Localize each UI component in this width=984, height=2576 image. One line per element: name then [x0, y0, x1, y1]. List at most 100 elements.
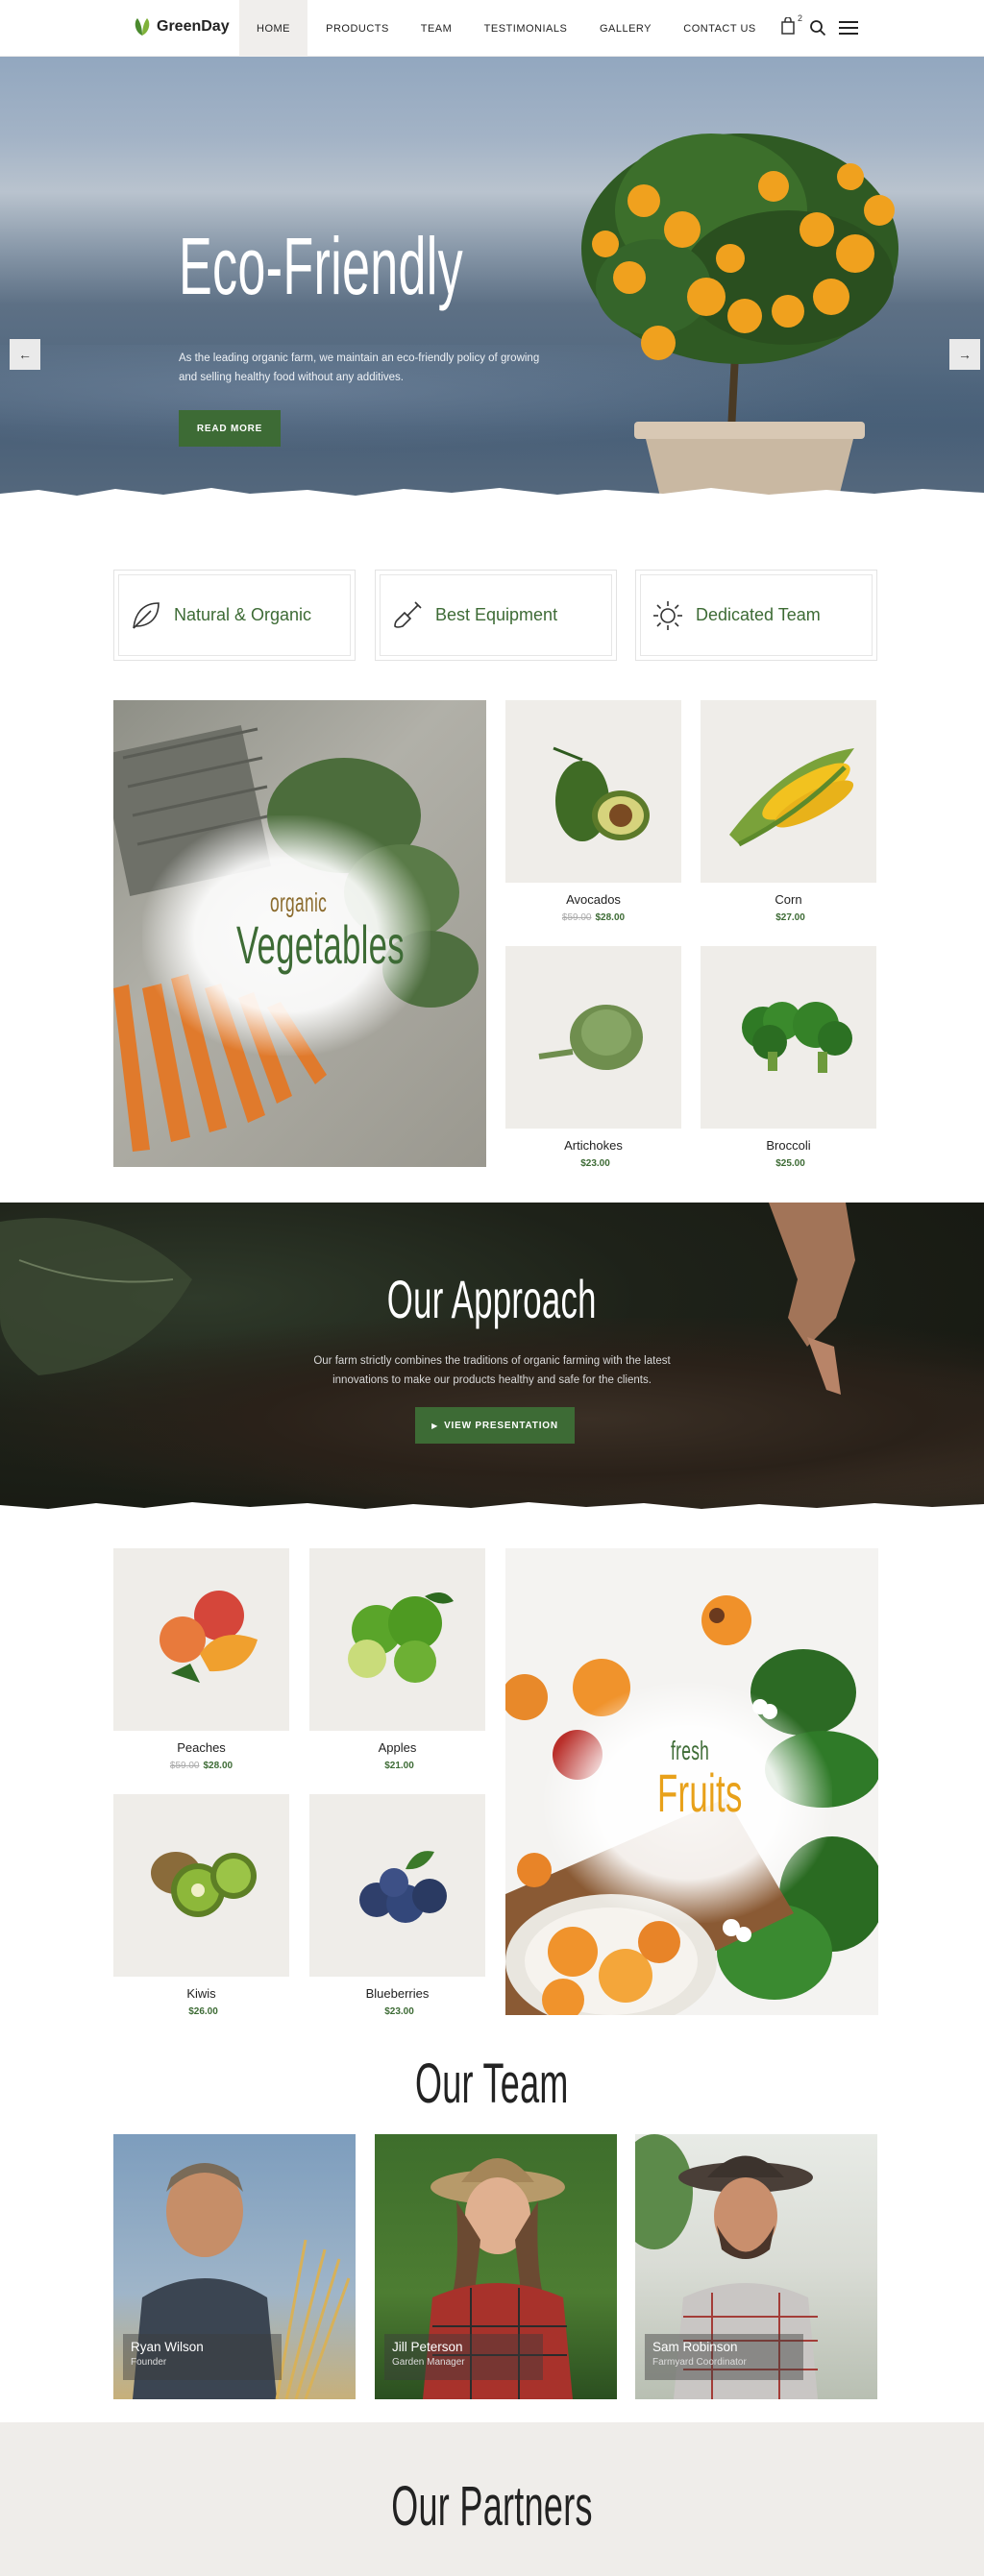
search-icon[interactable] — [809, 19, 826, 36]
organic-vegetables-banner[interactable]: organic Vegetables — [113, 700, 486, 1167]
member-caption: Ryan Wilson Founder — [123, 2334, 282, 2380]
arrow-right-icon: → — [958, 347, 972, 362]
peaches-image — [160, 1591, 258, 1683]
banner-title: Vegetables — [236, 914, 405, 975]
feature-best-equipment: Best Equipment — [375, 570, 617, 661]
fruits-section: Peaches $59.00 $28.00 Apples $21.00 Kiwis… — [0, 1548, 984, 2048]
leaf-logo-icon — [135, 18, 150, 36]
product-price: $59.00 $28.00 — [113, 1761, 289, 1771]
old-price: $59.00 — [561, 912, 592, 923]
header-tools: 2 — [780, 13, 859, 38]
team-title-text: Our Team — [415, 2053, 569, 2115]
product-image — [309, 1548, 485, 1731]
current-price: $28.00 — [595, 912, 626, 923]
hero-title: Eco-Friendly — [179, 221, 464, 311]
nav-contact[interactable]: CONTACT US — [665, 0, 775, 57]
view-presentation-button[interactable]: ▶ VIEW PRESENTATION — [415, 1407, 575, 1444]
current-price: $26.00 — [188, 2006, 218, 2017]
site-header: GreenDay HOME PRODUCTS TEAM TESTIMONIALS… — [0, 0, 984, 57]
product-image — [701, 946, 876, 1129]
product-price: $23.00 — [505, 1158, 681, 1169]
product-image — [505, 946, 681, 1129]
sun-icon — [653, 600, 682, 630]
product-card[interactable]: Apples $21.00 — [309, 1548, 485, 1771]
nav-products[interactable]: PRODUCTS — [308, 0, 407, 57]
nav-gallery[interactable]: GALLERY — [586, 0, 665, 57]
cart-button[interactable]: 2 — [780, 13, 802, 38]
next-slide-button[interactable]: → — [949, 339, 980, 370]
product-card[interactable]: Avocados $59.00 $28.00 — [505, 700, 681, 923]
torn-paper-divider — [0, 1502, 984, 1519]
team-title: Our Team — [0, 2052, 984, 2116]
play-icon: ▶ — [431, 1421, 439, 1430]
product-name[interactable]: Apples — [309, 1740, 485, 1755]
team-title-section: Our Team — [0, 2048, 984, 2134]
current-price: $28.00 — [203, 1761, 234, 1771]
member-name: Jill Peterson — [392, 2340, 463, 2354]
features-section: Natural & Organic Best Equipment Dedicat… — [0, 508, 984, 700]
team-section: Ryan Wilson Founder Jill Peterson Garden… — [0, 2134, 984, 2422]
hero-slider: Eco-Friendly As the leading organic farm… — [0, 57, 984, 508]
nav-testimonials[interactable]: TESTIMONIALS — [465, 0, 586, 57]
partners-title-text: Our Partners — [391, 2475, 593, 2538]
broccoli-image — [742, 1002, 852, 1073]
fresh-fruits-banner[interactable]: fresh Fruits — [505, 1548, 878, 2015]
product-card[interactable]: Kiwis $26.00 — [113, 1794, 289, 2017]
feature-label: Best Equipment — [435, 605, 558, 624]
brand-name: GreenDay — [157, 18, 230, 35]
product-name[interactable]: Kiwis — [113, 1986, 289, 2001]
current-price: $27.00 — [775, 912, 805, 923]
leaf-icon — [133, 601, 160, 629]
feature-label: Dedicated Team — [696, 605, 821, 624]
avocado-image — [553, 746, 650, 841]
vegetables-section: organic Vegetables Avocados $59.00 $28.00… — [0, 700, 984, 1169]
product-card[interactable]: Broccoli $25.00 — [701, 946, 876, 1169]
member-role: Farmyard Coordinator — [652, 2357, 747, 2368]
cart-count: 2 — [798, 13, 803, 23]
product-card[interactable]: Peaches $59.00 $28.00 — [113, 1548, 289, 1771]
artichoke-image — [538, 1005, 643, 1070]
approach-title-text: Our Approach — [387, 1269, 597, 1329]
partners-section: Our Partners — [0, 2422, 984, 2576]
prev-slide-button[interactable]: ← — [10, 339, 40, 370]
product-name[interactable]: Blueberries — [309, 1986, 485, 2001]
product-name[interactable]: Broccoli — [701, 1138, 876, 1153]
brand-logo[interactable]: GreenDay — [132, 16, 230, 37]
arrow-left-icon: ← — [18, 347, 32, 362]
approach-description: Our farm strictly combines the tradition… — [313, 1355, 671, 1386]
team-member-card[interactable]: Ryan Wilson Founder — [113, 2134, 356, 2399]
product-name[interactable]: Corn — [701, 892, 876, 907]
member-caption: Sam Robinson Farmyard Coordinator — [645, 2334, 803, 2380]
orange-tree-image — [581, 134, 898, 508]
shovel-icon — [394, 600, 422, 628]
apples-image — [348, 1592, 454, 1683]
nav-home[interactable]: HOME — [239, 0, 308, 57]
product-name[interactable]: Artichokes — [505, 1138, 681, 1153]
product-price: $21.00 — [309, 1761, 485, 1771]
nav-team[interactable]: TEAM — [407, 0, 465, 57]
product-image — [505, 700, 681, 883]
member-name: Sam Robinson — [652, 2340, 738, 2354]
product-name[interactable]: Peaches — [113, 1740, 289, 1755]
member-role: Founder — [131, 2357, 167, 2368]
product-card[interactable]: Blueberries $23.00 — [309, 1794, 485, 2017]
read-more-button[interactable]: READ MORE — [179, 410, 281, 447]
product-name[interactable]: Avocados — [505, 892, 681, 907]
shopping-bag-icon — [781, 16, 795, 35]
menu-icon[interactable] — [838, 19, 859, 36]
button-label: VIEW PRESENTATION — [444, 1420, 558, 1431]
product-card[interactable]: Corn $27.00 — [701, 700, 876, 923]
product-price: $25.00 — [701, 1158, 876, 1169]
current-price: $25.00 — [775, 1158, 805, 1169]
blueberries-image — [359, 1851, 447, 1923]
banner-title: Fruits — [657, 1762, 743, 1823]
torn-paper-divider — [0, 488, 984, 508]
team-member-card[interactable]: Jill Peterson Garden Manager — [375, 2134, 617, 2399]
member-role: Garden Manager — [392, 2357, 465, 2368]
kiwis-image — [151, 1852, 257, 1917]
feature-dedicated-team: Dedicated Team — [635, 570, 877, 661]
team-member-card[interactable]: Sam Robinson Farmyard Coordinator — [635, 2134, 877, 2399]
product-card[interactable]: Artichokes $23.00 — [505, 946, 681, 1169]
product-price: $26.00 — [113, 2006, 289, 2017]
main-nav: HOME PRODUCTS TEAM TESTIMONIALS GALLERY … — [239, 0, 775, 57]
